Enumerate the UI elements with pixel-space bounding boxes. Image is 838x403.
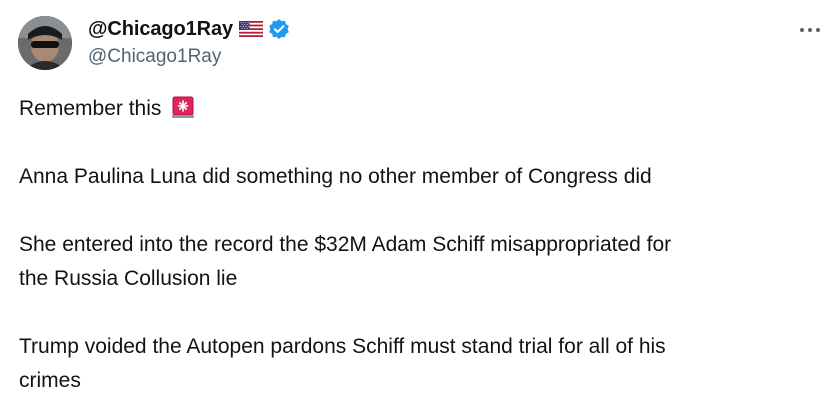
avatar-image [18, 16, 72, 70]
tweet-paragraph-3: She entered into the record the $32M Ada… [19, 228, 819, 296]
user-handle[interactable]: @Chicago1Ray [88, 47, 290, 66]
tweet-line: She entered into the record the $32M Ada… [19, 233, 672, 256]
more-dot [816, 28, 820, 32]
us-flag-icon [238, 20, 264, 38]
tweet-line: Anna Paulina Luna did something no other… [19, 165, 652, 188]
display-name[interactable]: @Chicago1Ray [88, 19, 233, 39]
tweet-line: crimes [19, 369, 81, 392]
tweet-text: Remember this Anna Paulina Luna did some… [19, 92, 819, 398]
tweet-paragraph-4: Trump voided the Autopen pardons Schiff … [19, 330, 819, 398]
police-siren-icon [171, 95, 195, 119]
tweet-line: the Russia Collusion lie [19, 267, 238, 290]
verified-badge-icon [268, 18, 290, 40]
more-dot [808, 28, 812, 32]
tweet-line: Trump voided the Autopen pardons Schiff … [19, 335, 666, 358]
tweet-paragraph-2: Anna Paulina Luna did something no other… [19, 160, 819, 194]
avatar[interactable] [18, 16, 72, 70]
tweet-card: @Chicago1Ray @Chicago1Ray Remember this … [0, 0, 838, 403]
more-dot [800, 28, 804, 32]
name-row: @Chicago1Ray [88, 17, 290, 41]
tweet-paragraph-1: Remember this [19, 92, 819, 126]
tweet-line: Remember this [19, 97, 162, 120]
tweet-header: @Chicago1Ray @Chicago1Ray [88, 17, 290, 66]
more-options-icon[interactable] [800, 22, 820, 38]
